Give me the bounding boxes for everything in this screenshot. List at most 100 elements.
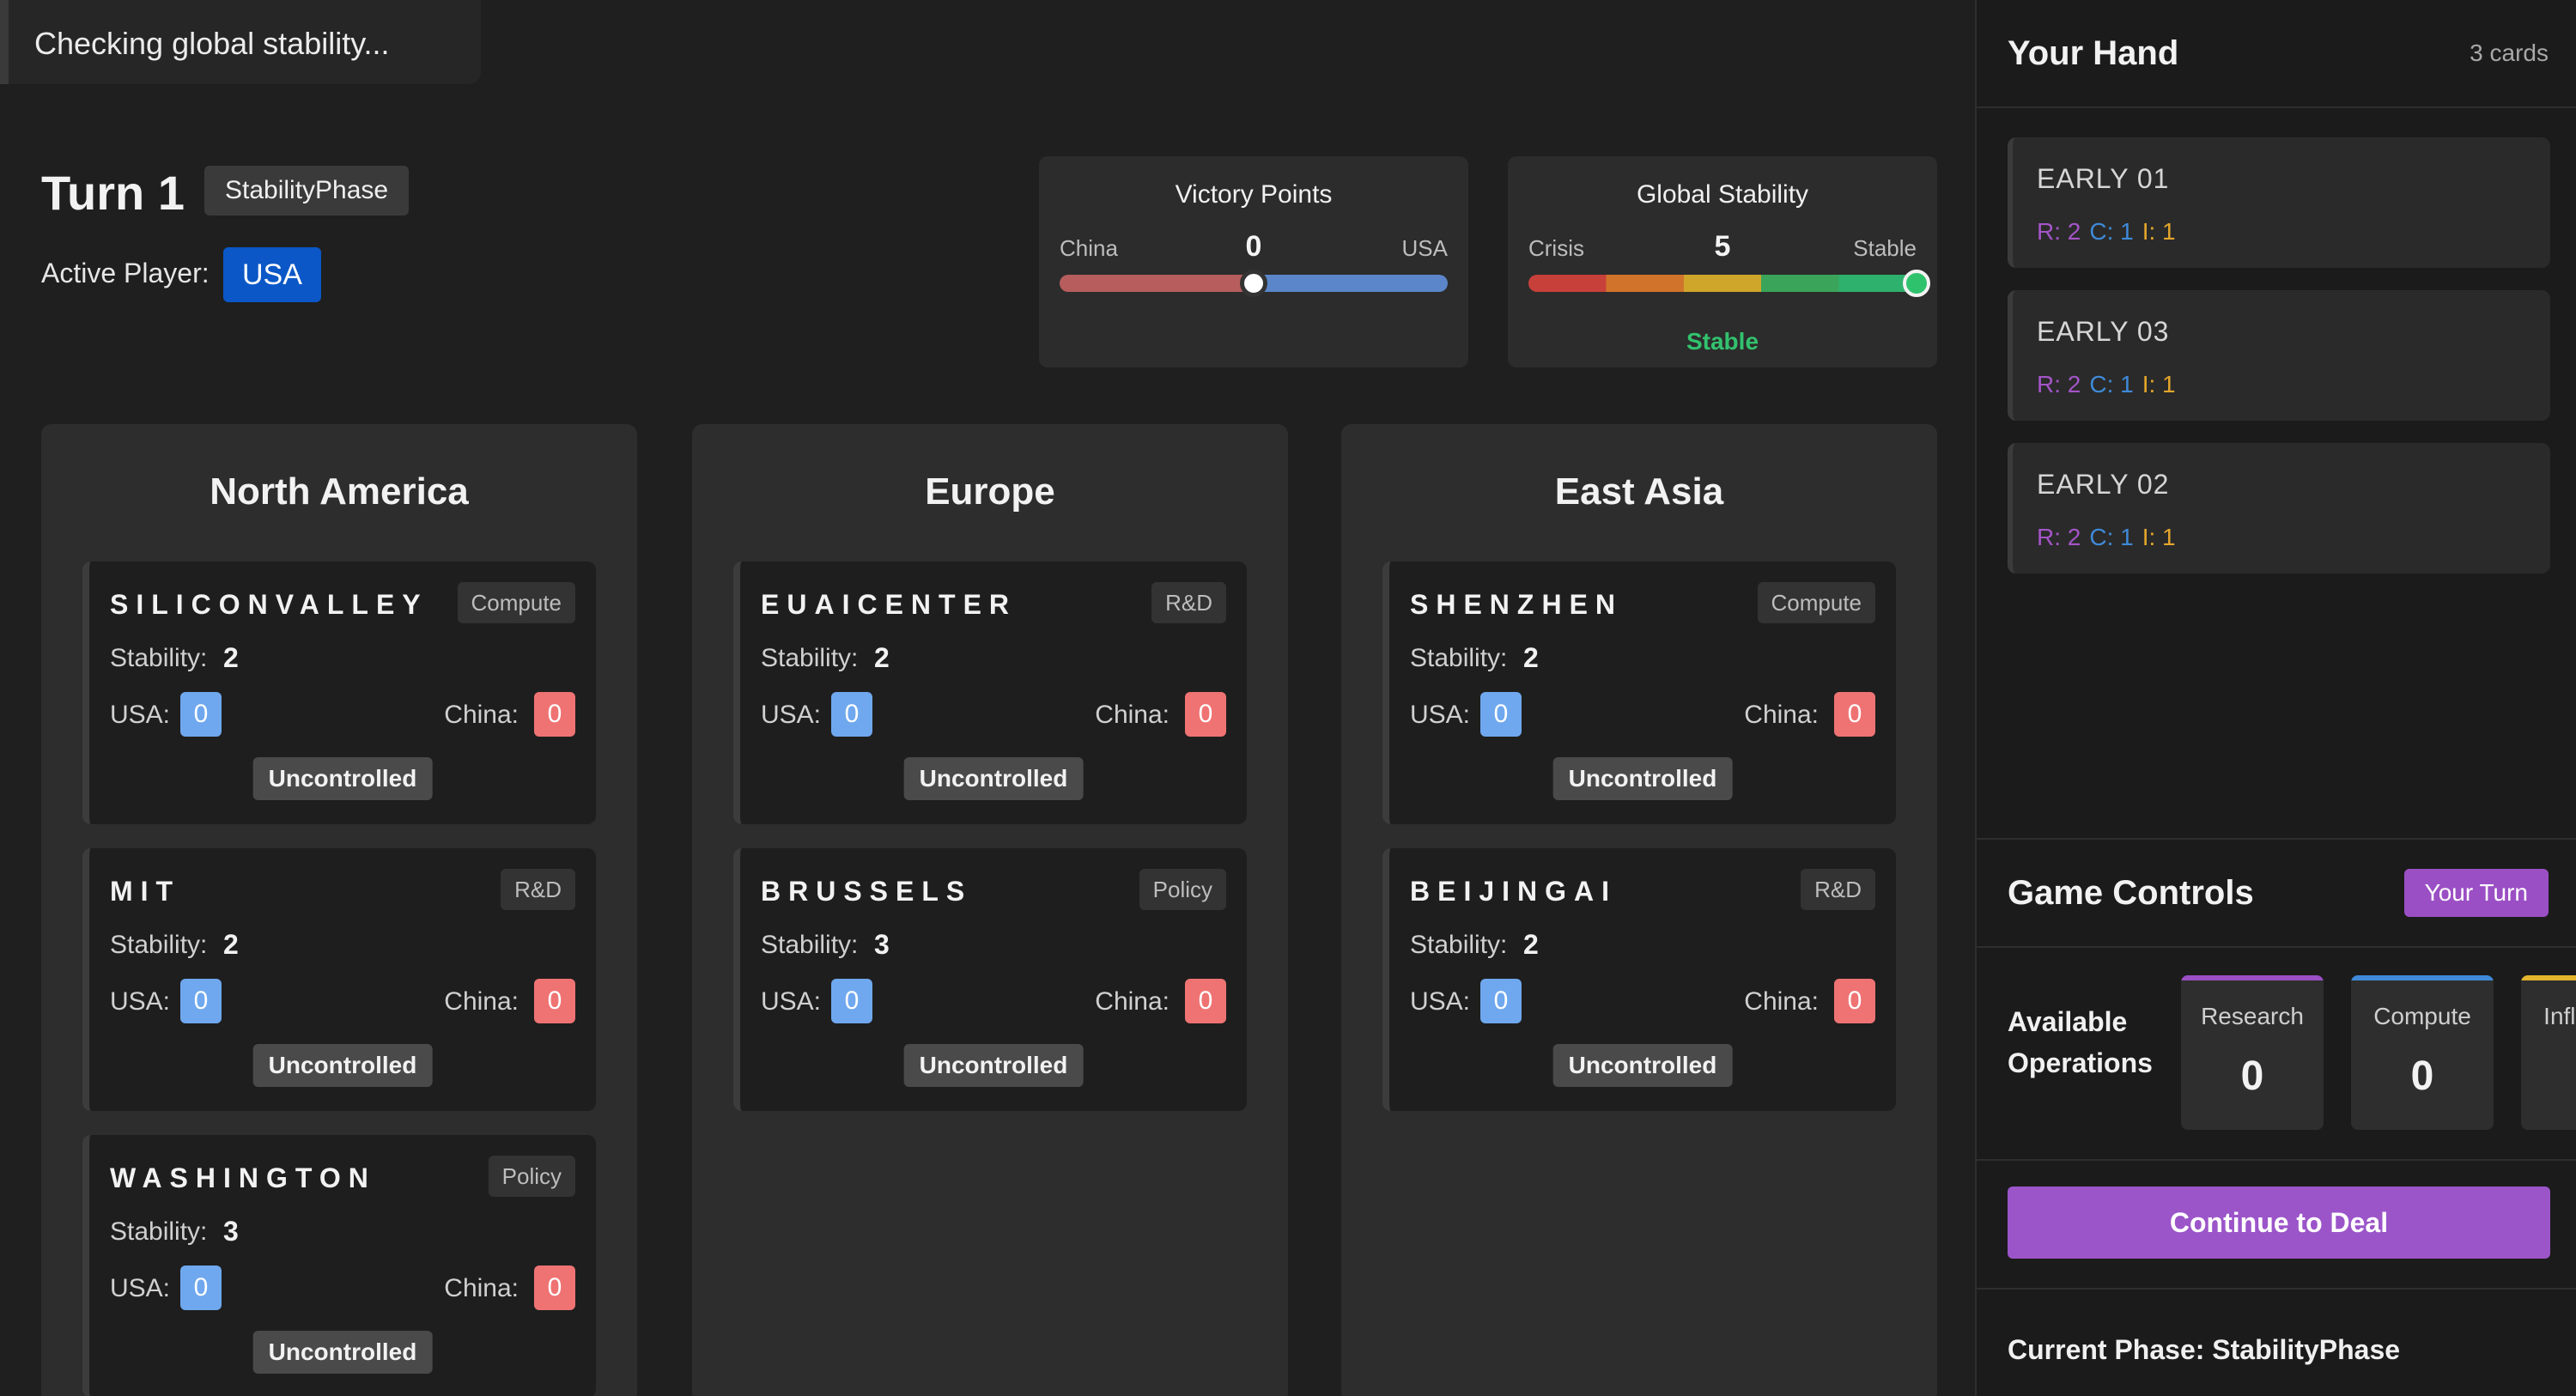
phase-badge: StabilityPhase — [204, 166, 410, 215]
china-influence-label: China: — [1095, 701, 1170, 729]
divider — [1977, 106, 2576, 108]
hand-card[interactable]: EARLY 03 R: 2 C: 1 I: 1 — [2008, 290, 2550, 421]
usa-influence-label: USA: — [1410, 701, 1471, 729]
usa-influence-value: 0 — [180, 1266, 222, 1310]
china-influence-label: China: — [444, 701, 519, 729]
card-influence-stat: I: 1 — [2142, 371, 2176, 398]
control-status-badge: Uncontrolled — [903, 1044, 1084, 1087]
city-card[interactable]: WASHINGTON Policy Stability: 3 USA: 0 China: 0 U… — [82, 1135, 596, 1396]
hand-card[interactable]: EARLY 01 R: 2 C: 1 I: 1 — [2008, 137, 2550, 268]
usa-influence-value: 0 — [180, 979, 222, 1023]
city-name: BEIJINGAI — [1410, 876, 1618, 907]
operation-label: Compute — [2373, 1003, 2471, 1029]
divider — [1977, 838, 2576, 840]
hand-title: Your Hand — [2008, 34, 2179, 72]
control-status-badge: Uncontrolled — [252, 1331, 433, 1374]
operation-box: Research 0 — [2181, 975, 2324, 1130]
usa-influence-label: USA: — [1410, 987, 1471, 1016]
global-stability-title: Global Stability — [1636, 180, 1809, 209]
status-banner: Checking global stability... — [0, 0, 481, 84]
game-controls-title: Game Controls — [2008, 874, 2254, 912]
region-panel: North America SILICONVALLEY Compute Stabili… — [41, 424, 637, 1396]
china-influence-value: 0 — [534, 692, 575, 737]
city-card[interactable]: EUAICENTER R&D Stability: 2 USA: 0 China: 0 Unco… — [733, 561, 1247, 824]
divider — [1977, 1159, 2576, 1161]
operation-accent — [2521, 975, 2576, 980]
city-card[interactable]: BRUSSELS Policy Stability: 3 USA: 0 China: 0 Unc… — [733, 848, 1247, 1111]
victory-points-marker — [1240, 270, 1267, 297]
divider — [1977, 946, 2576, 948]
available-operations-label: Available Operations — [2008, 1006, 2153, 1078]
active-player-label: Active Player: — [41, 258, 210, 288]
global-stability-track — [1528, 270, 1930, 297]
card-research-stat: R: 2 — [2037, 218, 2081, 245]
stability-value: 2 — [1523, 929, 1539, 960]
city-name: SILICONVALLEY — [110, 589, 428, 620]
continue-to-deal-button[interactable]: Continue to Deal — [2008, 1187, 2550, 1259]
card-compute-stat: C: 1 — [2089, 371, 2134, 398]
card-name: EARLY 01 — [2037, 163, 2170, 194]
card-research-stat: R: 2 — [2037, 524, 2081, 550]
usa-influence-value: 0 — [180, 692, 222, 737]
region-panel: Europe EUAICENTER R&D Stability: 2 USA: 0 China… — [692, 424, 1288, 1396]
stability-label: Stability: — [1410, 931, 1508, 959]
usa-influence-label: USA: — [110, 1274, 171, 1302]
city-type-badge: Compute — [1757, 582, 1875, 623]
victory-points-usa-label: USA — [1401, 235, 1448, 261]
active-player-badge: USA — [223, 247, 321, 302]
stability-value: 2 — [874, 642, 890, 673]
china-influence-value: 0 — [1185, 979, 1226, 1023]
card-influence-stat: I: 1 — [2142, 524, 2176, 550]
city-type-badge: Compute — [457, 582, 575, 623]
card-stats: R: 2 C: 1 I: 1 — [2037, 524, 2184, 551]
china-influence-label: China: — [1744, 987, 1819, 1016]
usa-influence-value: 0 — [1480, 979, 1522, 1023]
china-influence-value: 0 — [1185, 692, 1226, 737]
city-name: MIT — [110, 876, 181, 907]
victory-points-title: Victory Points — [1175, 180, 1333, 209]
city-type-badge: R&D — [501, 869, 575, 910]
usa-influence-value: 0 — [1480, 692, 1522, 737]
city-type-badge: Policy — [488, 1156, 575, 1197]
operation-value: 0 — [2521, 1053, 2576, 1100]
operation-box: Influence 0 — [2521, 975, 2576, 1130]
status-message: Checking global stability... — [34, 26, 390, 61]
operation-box: Compute 0 — [2351, 975, 2494, 1130]
china-influence-value: 0 — [1834, 692, 1875, 737]
hand-card[interactable]: EARLY 02 R: 2 C: 1 I: 1 — [2008, 443, 2550, 574]
card-influence-stat: I: 1 — [2142, 218, 2176, 245]
operation-label: Research — [2201, 1003, 2304, 1029]
stability-label: Stability: — [1410, 644, 1508, 672]
current-phase-label: Current Phase: StabilityPhase — [2008, 1334, 2401, 1365]
stability-label: Stability: — [110, 644, 208, 672]
city-type-badge: Policy — [1139, 869, 1226, 910]
city-name: BRUSSELS — [761, 876, 973, 907]
stability-value: 2 — [1523, 642, 1539, 673]
turn-title: Turn 1 — [41, 166, 185, 220]
city-card[interactable]: SHENZHEN Compute Stability: 2 USA: 0 China: 0 Un… — [1382, 561, 1896, 824]
city-card[interactable]: MIT R&D Stability: 2 USA: 0 China: 0 Uncontrolle… — [82, 848, 596, 1111]
game-screen: Checking global stability... Turn 1 Stab… — [0, 0, 2576, 1396]
control-status-badge: Uncontrolled — [252, 1044, 433, 1087]
usa-influence-label: USA: — [761, 701, 822, 729]
city-card[interactable]: BEIJINGAI R&D Stability: 2 USA: 0 China: 0 Uncon… — [1382, 848, 1896, 1111]
operation-value: 0 — [2240, 1053, 2264, 1099]
card-stats: R: 2 C: 1 I: 1 — [2037, 371, 2184, 398]
usa-influence-value: 0 — [831, 979, 872, 1023]
global-stability-status: Stable — [1686, 328, 1759, 355]
stability-label: Stability: — [761, 931, 859, 959]
card-compute-stat: C: 1 — [2089, 218, 2134, 245]
usa-influence-value: 0 — [831, 692, 872, 737]
control-status-badge: Uncontrolled — [903, 757, 1084, 800]
china-influence-value: 0 — [534, 979, 575, 1023]
stability-value: 3 — [223, 1216, 239, 1247]
stability-label: Stability: — [110, 931, 208, 959]
operation-accent — [2181, 975, 2324, 980]
china-influence-label: China: — [1744, 701, 1819, 729]
china-influence-value: 0 — [534, 1266, 575, 1310]
city-name: SHENZHEN — [1410, 589, 1624, 620]
usa-influence-label: USA: — [110, 701, 171, 729]
sidebar: Your Hand 3 cards EARLY 01 R: 2 C: 1 I: 1 EA… — [1975, 0, 2576, 1396]
china-influence-label: China: — [444, 987, 519, 1016]
city-card[interactable]: SILICONVALLEY Compute Stability: 2 USA: 0 Chin… — [82, 561, 596, 824]
